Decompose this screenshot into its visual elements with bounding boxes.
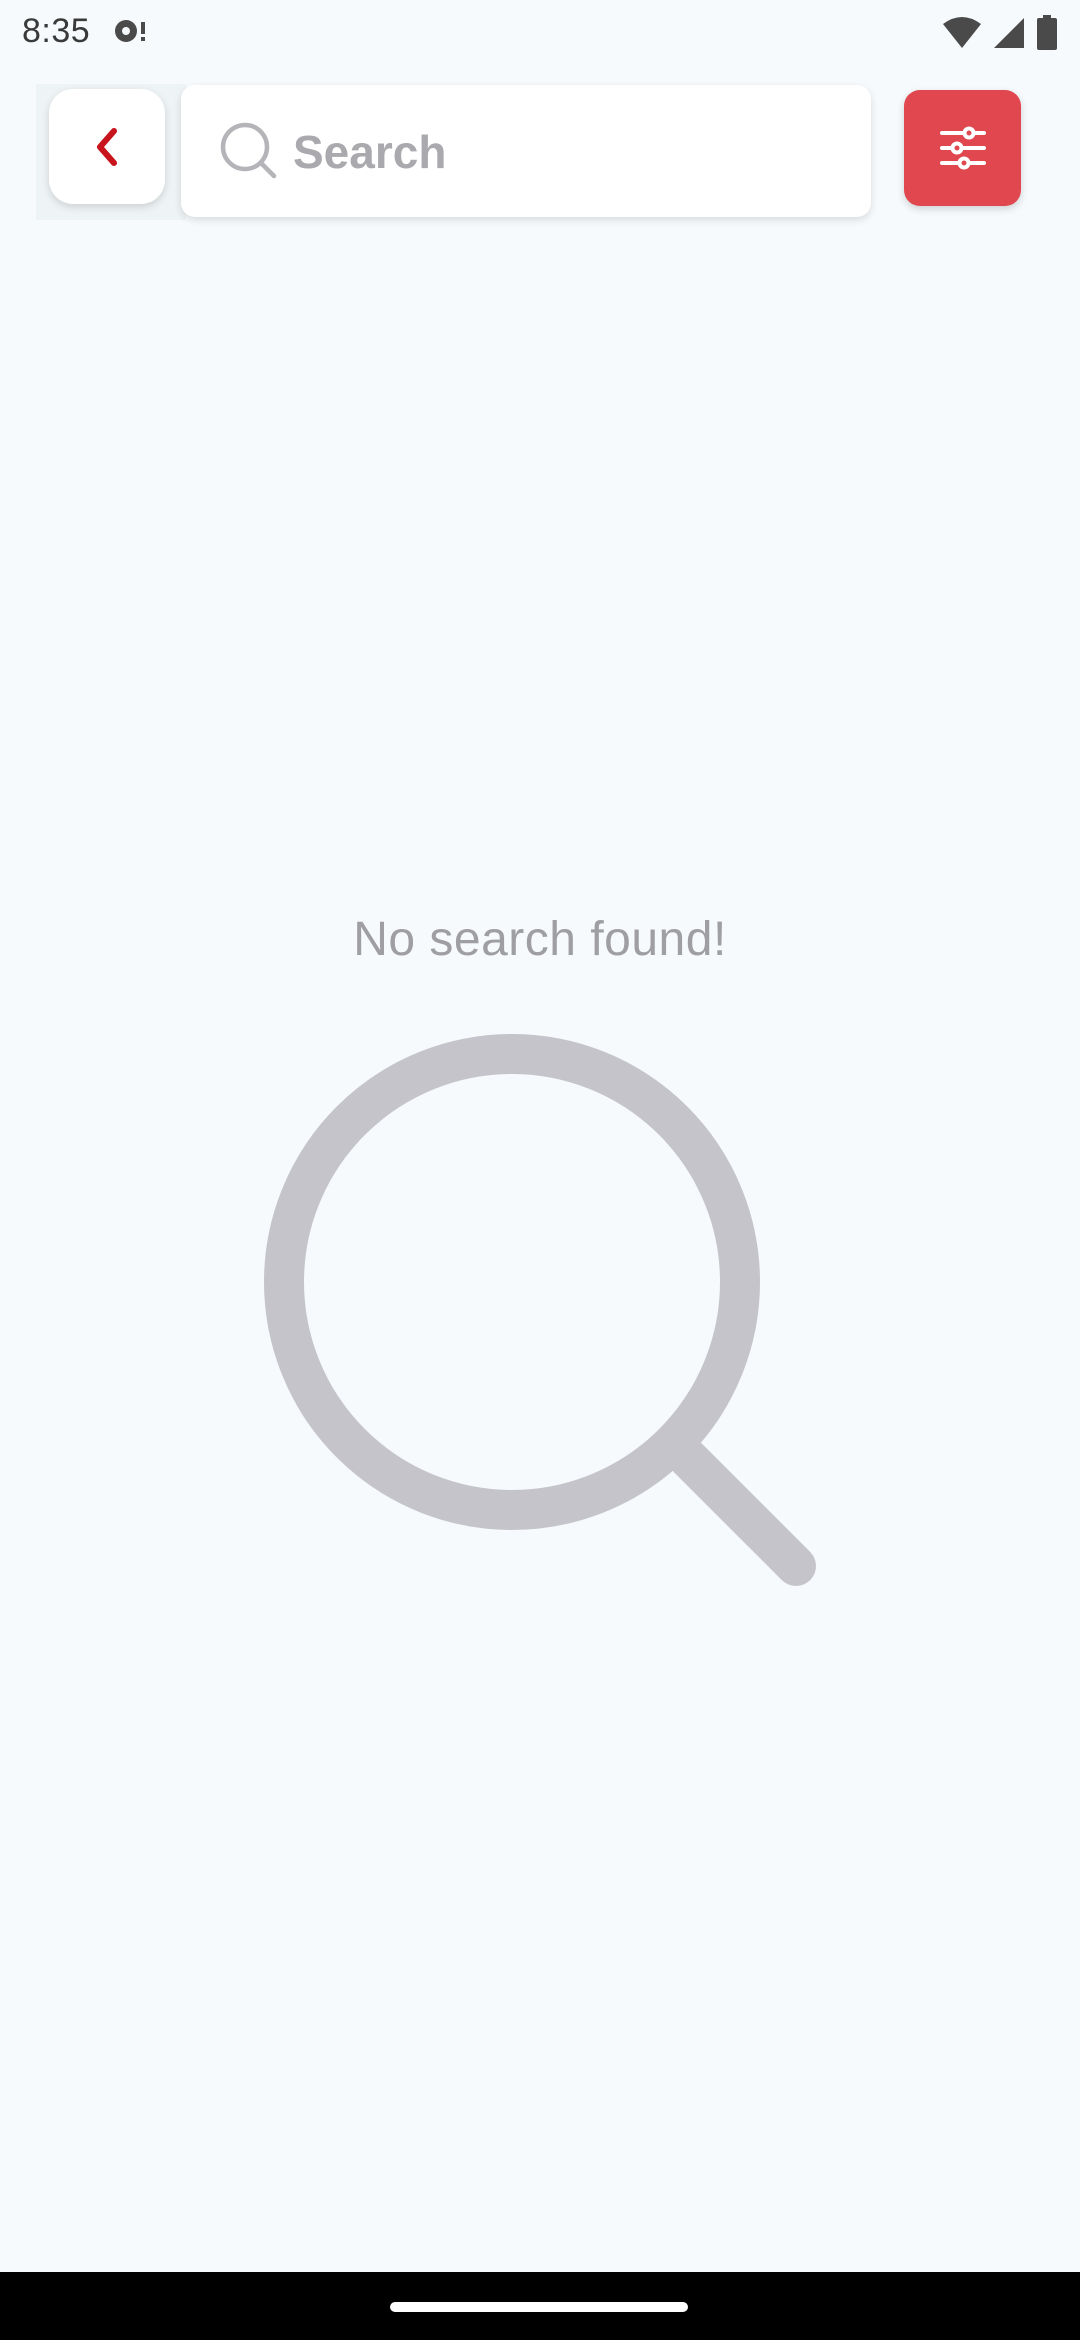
status-time: 8:35 [22, 12, 91, 50]
wifi-icon [943, 17, 981, 48]
home-indicator[interactable] [390, 2302, 688, 2312]
status-bar: 8:35 [0, 0, 1080, 64]
battery-icon [1037, 15, 1057, 50]
back-button[interactable] [49, 89, 165, 204]
filter-button[interactable] [904, 90, 1021, 206]
search-box[interactable] [181, 85, 871, 217]
sliders-icon [939, 126, 986, 170]
empty-state-message: No search found! [353, 913, 727, 966]
navigation-bar [0, 2272, 1080, 2340]
chevron-left-icon [97, 127, 117, 166]
app-notification-icon [115, 20, 145, 42]
magnifier-icon [264, 1034, 816, 1586]
search-icon [220, 122, 277, 179]
cellular-signal-icon [994, 18, 1024, 48]
search-input[interactable] [291, 111, 855, 193]
status-icons [942, 14, 1058, 52]
